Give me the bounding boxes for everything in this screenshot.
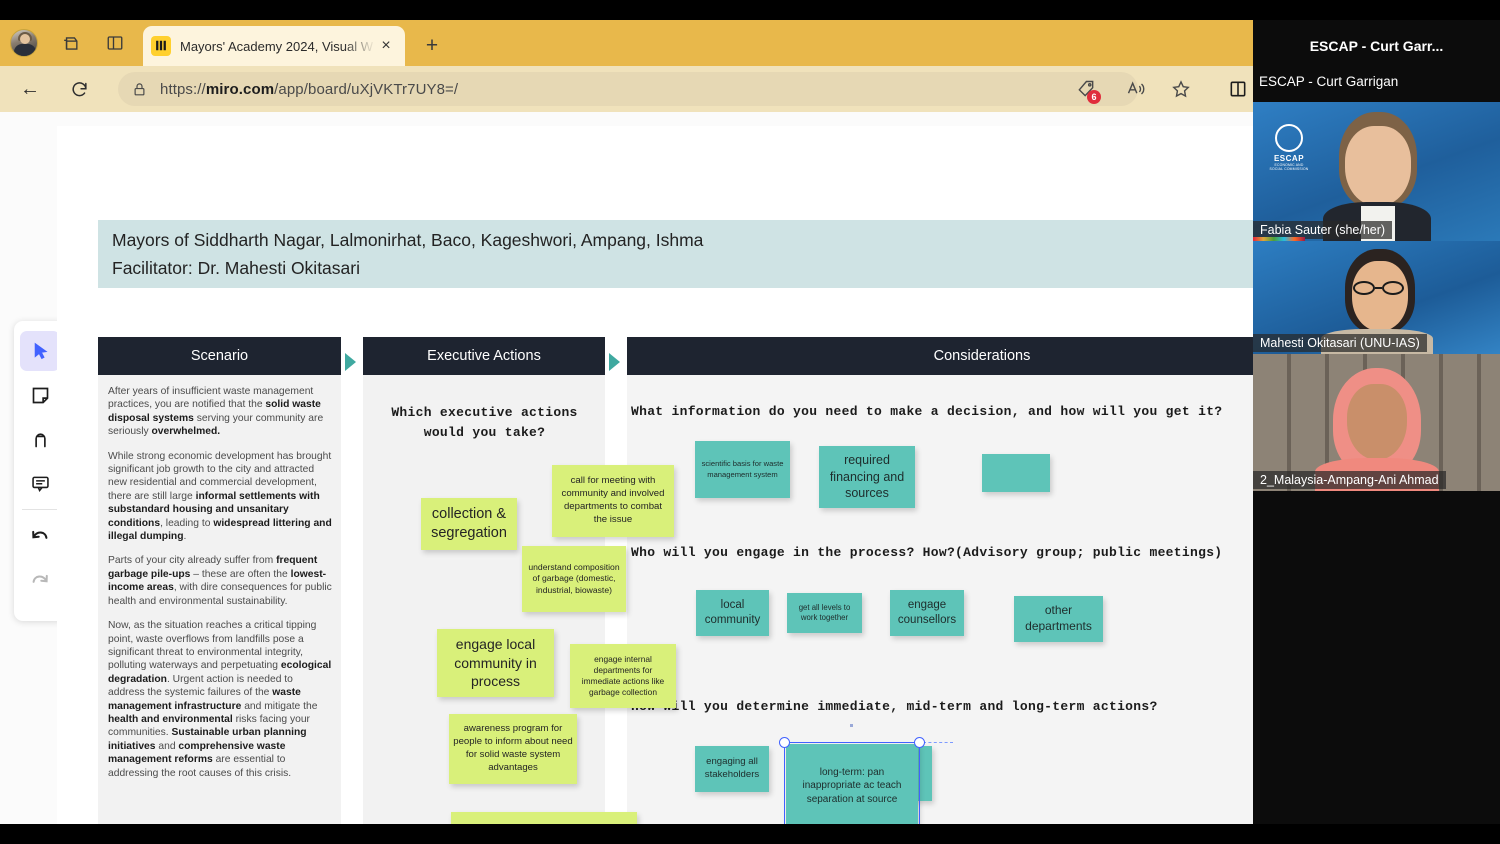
- board-title-line-1: Mayors of Siddharth Nagar, Lalmonirhat, …: [112, 230, 704, 250]
- participant-name-3: 2_Malaysia-Ampang-Ani Ahmad: [1253, 471, 1446, 489]
- column-header-executive-actions: Executive Actions: [363, 337, 605, 375]
- sticky-note[interactable]: get all levels to work together: [787, 593, 862, 633]
- sticky-note[interactable]: engage local community in process: [437, 629, 554, 697]
- scenario-column-body: After years of insufficient waste manage…: [98, 375, 341, 824]
- split-view-icon[interactable]: [1224, 75, 1252, 103]
- sticky-note[interactable]: engage counsellors: [890, 590, 964, 636]
- selection-box[interactable]: [779, 737, 925, 824]
- lock-icon: [134, 82, 145, 95]
- redo-tool[interactable]: [20, 560, 60, 600]
- new-tab-button[interactable]: +: [418, 32, 446, 60]
- escap-logo: ESCAP ECONOMIC AND SOCIAL COMMISSION: [1269, 124, 1309, 171]
- sticky-note-tool[interactable]: [20, 375, 60, 415]
- resize-handle-tr[interactable]: [914, 737, 925, 748]
- back-button[interactable]: ←: [16, 75, 44, 103]
- board-title-line-2: Facilitator: Dr. Mahesti Okitasari: [112, 258, 360, 278]
- comment-tool[interactable]: [20, 463, 60, 503]
- collections-icon[interactable]: [56, 29, 84, 57]
- video-panel-filler: [1253, 600, 1500, 824]
- alignment-guide-right: [923, 742, 953, 743]
- miro-favicon-icon: 𝚰𝚰𝚰: [151, 36, 171, 56]
- sticky-note[interactable]: engage internal departments for immediat…: [570, 644, 676, 708]
- column-header-considerations: Considerations: [627, 337, 1337, 375]
- board-canvas[interactable]: Mayors of Siddharth Nagar, Lalmonirhat, …: [0, 112, 1460, 824]
- video-conference-panel[interactable]: ESCAP - Curt Garr... ESCAP - Curt Garrig…: [1253, 20, 1500, 600]
- sticky-note[interactable]: other departments: [1014, 596, 1103, 642]
- video-tile-1[interactable]: ESCAP ECONOMIC AND SOCIAL COMMISSION Fab…: [1253, 102, 1500, 241]
- scenario-paragraph: While strong economic development has br…: [108, 450, 332, 543]
- alignment-guide-dot: [850, 724, 853, 727]
- tab-title: Mayors' Academy 2024, Visual W: [180, 38, 373, 54]
- favorite-star-icon[interactable]: [1167, 75, 1195, 103]
- url-text: https://miro.com/app/board/uXjVKTr7UY8=/: [160, 80, 459, 98]
- flow-arrow-icon: [345, 353, 356, 371]
- flow-arrow-icon: [609, 353, 620, 371]
- board-surface[interactable]: Mayors of Siddharth Nagar, Lalmonirhat, …: [57, 126, 1460, 824]
- coupon-icon[interactable]: 6: [1072, 75, 1101, 104]
- scenario-paragraph: After years of insufficient waste manage…: [108, 386, 324, 438]
- sticky-note[interactable]: call for meeting with community and invo…: [552, 465, 674, 537]
- scenario-paragraph: Parts of your city already suffer from f…: [108, 555, 332, 607]
- sticky-note[interactable]: understand composition of garbage (domes…: [522, 546, 626, 612]
- tab-close-icon[interactable]: ×: [375, 35, 397, 57]
- coupon-badge: 6: [1087, 90, 1101, 104]
- participant-name-0: ESCAP - Curt Garrigan: [1259, 74, 1399, 89]
- reload-button[interactable]: [65, 75, 93, 103]
- video-tile-0[interactable]: ESCAP - Curt Garrigan: [1253, 72, 1500, 102]
- sticky-note[interactable]: required financing and sources: [819, 446, 915, 508]
- tool-rail-divider: [22, 509, 58, 510]
- sticky-note[interactable]: collection & segregation: [421, 498, 517, 550]
- browser-tab[interactable]: 𝚰𝚰𝚰 Mayors' Academy 2024, Visual W ×: [143, 26, 405, 66]
- read-aloud-icon[interactable]: [1122, 75, 1150, 103]
- profile-avatar-icon[interactable]: [10, 29, 38, 57]
- select-tool[interactable]: [20, 331, 60, 371]
- sticky-note[interactable]: [982, 454, 1050, 492]
- column-header-scenario: Scenario: [98, 337, 341, 375]
- board-title-card: Mayors of Siddharth Nagar, Lalmonirhat, …: [98, 220, 1294, 288]
- resize-handle-tl[interactable]: [779, 737, 790, 748]
- sticky-note[interactable]: engaging all stakeholders: [695, 746, 769, 792]
- prompt-question-1: What information do you need to make a d…: [631, 404, 1223, 419]
- scenario-text: After years of insufficient waste manage…: [108, 385, 332, 791]
- video-tile-2[interactable]: Mahesti Okitasari (UNU-IAS): [1253, 241, 1500, 354]
- prompt-question-2: Who will you engage in the process? How?…: [631, 545, 1223, 560]
- video-panel-title: ESCAP - Curt Garr...: [1309, 38, 1444, 54]
- undo-tool[interactable]: [20, 516, 60, 556]
- split-screen-icon[interactable]: [101, 29, 129, 57]
- sticky-note[interactable]: scientific basis for waste management sy…: [695, 441, 790, 498]
- sticky-note[interactable]: local community: [696, 590, 769, 636]
- video-tile-3[interactable]: 2_Malaysia-Ampang-Ani Ahmad: [1253, 354, 1500, 491]
- participant-name-2: Mahesti Okitasari (UNU-IAS): [1253, 334, 1427, 352]
- prompt-executive-actions: Which executive actions would you take?: [391, 405, 578, 440]
- shapes-tool[interactable]: [20, 419, 60, 459]
- address-bar[interactable]: https://miro.com/app/board/uXjVKTr7UY8=/: [118, 72, 1138, 106]
- scenario-paragraph: Now, as the situation reaches a critical…: [108, 620, 332, 779]
- sticky-note[interactable]: awareness program for people to inform a…: [449, 714, 577, 784]
- sticky-note[interactable]: collaborate with other departments (publ…: [451, 812, 637, 824]
- prompt-question-3: How will you determine immediate, mid-te…: [631, 699, 1158, 714]
